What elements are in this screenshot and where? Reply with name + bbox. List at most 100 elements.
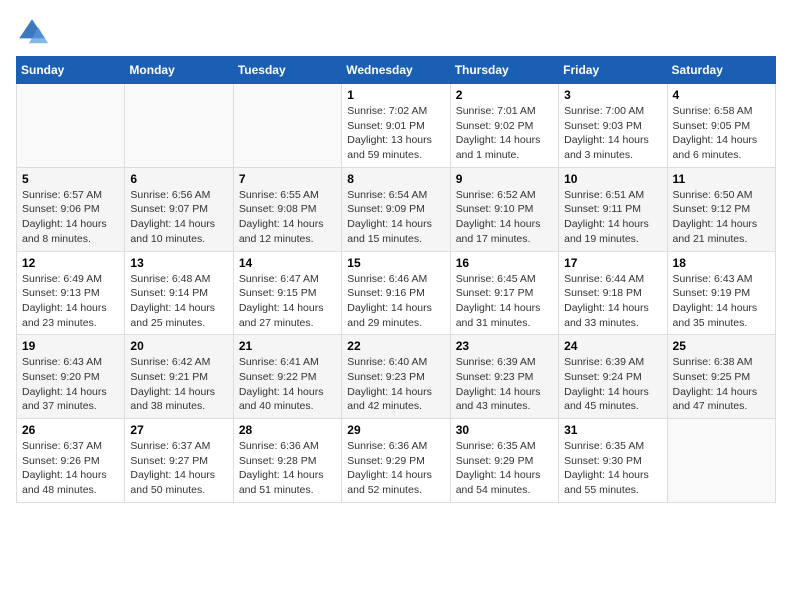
calendar-cell: 15 Sunrise: 6:46 AM Sunset: 9:16 PM Dayli… xyxy=(342,251,450,335)
calendar-cell: 25 Sunrise: 6:38 AM Sunset: 9:25 PM Dayli… xyxy=(667,335,775,419)
weekday-header-monday: Monday xyxy=(125,57,233,84)
calendar-cell: 14 Sunrise: 6:47 AM Sunset: 9:15 PM Dayli… xyxy=(233,251,341,335)
day-detail: Sunrise: 7:02 AM Sunset: 9:01 PM Dayligh… xyxy=(347,104,444,163)
day-detail: Sunrise: 6:35 AM Sunset: 9:29 PM Dayligh… xyxy=(456,439,553,498)
day-detail: Sunrise: 6:58 AM Sunset: 9:05 PM Dayligh… xyxy=(673,104,770,163)
calendar-cell: 31 Sunrise: 6:35 AM Sunset: 9:30 PM Dayli… xyxy=(559,419,667,503)
day-number: 19 xyxy=(22,339,119,353)
page-header xyxy=(16,16,776,48)
calendar-cell: 1 Sunrise: 7:02 AM Sunset: 9:01 PM Daylig… xyxy=(342,84,450,168)
calendar-cell: 2 Sunrise: 7:01 AM Sunset: 9:02 PM Daylig… xyxy=(450,84,558,168)
day-detail: Sunrise: 6:48 AM Sunset: 9:14 PM Dayligh… xyxy=(130,272,227,331)
calendar-cell: 10 Sunrise: 6:51 AM Sunset: 9:11 PM Dayli… xyxy=(559,167,667,251)
day-detail: Sunrise: 6:49 AM Sunset: 9:13 PM Dayligh… xyxy=(22,272,119,331)
day-number: 13 xyxy=(130,256,227,270)
weekday-header-tuesday: Tuesday xyxy=(233,57,341,84)
weekday-header-thursday: Thursday xyxy=(450,57,558,84)
weekday-header-wednesday: Wednesday xyxy=(342,57,450,84)
week-row-1: 1 Sunrise: 7:02 AM Sunset: 9:01 PM Daylig… xyxy=(17,84,776,168)
day-number: 28 xyxy=(239,423,336,437)
day-number: 15 xyxy=(347,256,444,270)
day-number: 30 xyxy=(456,423,553,437)
day-detail: Sunrise: 6:43 AM Sunset: 9:20 PM Dayligh… xyxy=(22,355,119,414)
calendar-cell: 22 Sunrise: 6:40 AM Sunset: 9:23 PM Dayli… xyxy=(342,335,450,419)
weekday-header-sunday: Sunday xyxy=(17,57,125,84)
day-number: 18 xyxy=(673,256,770,270)
day-number: 17 xyxy=(564,256,661,270)
day-number: 16 xyxy=(456,256,553,270)
day-detail: Sunrise: 6:46 AM Sunset: 9:16 PM Dayligh… xyxy=(347,272,444,331)
calendar-cell: 3 Sunrise: 7:00 AM Sunset: 9:03 PM Daylig… xyxy=(559,84,667,168)
day-number: 3 xyxy=(564,88,661,102)
day-number: 7 xyxy=(239,172,336,186)
calendar-cell: 30 Sunrise: 6:35 AM Sunset: 9:29 PM Dayli… xyxy=(450,419,558,503)
day-detail: Sunrise: 6:50 AM Sunset: 9:12 PM Dayligh… xyxy=(673,188,770,247)
day-detail: Sunrise: 6:55 AM Sunset: 9:08 PM Dayligh… xyxy=(239,188,336,247)
calendar-cell: 13 Sunrise: 6:48 AM Sunset: 9:14 PM Dayli… xyxy=(125,251,233,335)
day-number: 5 xyxy=(22,172,119,186)
calendar-cell: 19 Sunrise: 6:43 AM Sunset: 9:20 PM Dayli… xyxy=(17,335,125,419)
day-detail: Sunrise: 6:41 AM Sunset: 9:22 PM Dayligh… xyxy=(239,355,336,414)
day-detail: Sunrise: 6:37 AM Sunset: 9:27 PM Dayligh… xyxy=(130,439,227,498)
calendar-cell xyxy=(233,84,341,168)
day-number: 2 xyxy=(456,88,553,102)
day-number: 10 xyxy=(564,172,661,186)
day-detail: Sunrise: 6:36 AM Sunset: 9:29 PM Dayligh… xyxy=(347,439,444,498)
day-detail: Sunrise: 6:47 AM Sunset: 9:15 PM Dayligh… xyxy=(239,272,336,331)
calendar-cell: 16 Sunrise: 6:45 AM Sunset: 9:17 PM Dayli… xyxy=(450,251,558,335)
day-number: 14 xyxy=(239,256,336,270)
calendar-cell: 8 Sunrise: 6:54 AM Sunset: 9:09 PM Daylig… xyxy=(342,167,450,251)
day-detail: Sunrise: 6:38 AM Sunset: 9:25 PM Dayligh… xyxy=(673,355,770,414)
day-detail: Sunrise: 6:39 AM Sunset: 9:24 PM Dayligh… xyxy=(564,355,661,414)
calendar-cell xyxy=(17,84,125,168)
day-detail: Sunrise: 6:54 AM Sunset: 9:09 PM Dayligh… xyxy=(347,188,444,247)
day-number: 21 xyxy=(239,339,336,353)
calendar-cell: 20Sunrise: 6:42 AM Sunset: 9:21 PM Dayli… xyxy=(125,335,233,419)
weekday-header-saturday: Saturday xyxy=(667,57,775,84)
day-number: 8 xyxy=(347,172,444,186)
day-number: 29 xyxy=(347,423,444,437)
calendar-cell: 21 Sunrise: 6:41 AM Sunset: 9:22 PM Dayli… xyxy=(233,335,341,419)
calendar-cell: 7 Sunrise: 6:55 AM Sunset: 9:08 PM Daylig… xyxy=(233,167,341,251)
day-detail: Sunrise: 6:37 AM Sunset: 9:26 PM Dayligh… xyxy=(22,439,119,498)
calendar-cell: 9Sunrise: 6:52 AM Sunset: 9:10 PM Daylig… xyxy=(450,167,558,251)
day-number: 25 xyxy=(673,339,770,353)
day-detail: Sunrise: 6:35 AM Sunset: 9:30 PM Dayligh… xyxy=(564,439,661,498)
day-number: 20 xyxy=(130,339,227,353)
day-detail: Sunrise: 6:44 AM Sunset: 9:18 PM Dayligh… xyxy=(564,272,661,331)
calendar-cell: 4 Sunrise: 6:58 AM Sunset: 9:05 PM Daylig… xyxy=(667,84,775,168)
day-detail: Sunrise: 6:45 AM Sunset: 9:17 PM Dayligh… xyxy=(456,272,553,331)
day-number: 26 xyxy=(22,423,119,437)
calendar-cell: 24Sunrise: 6:39 AM Sunset: 9:24 PM Dayli… xyxy=(559,335,667,419)
calendar-cell: 27Sunrise: 6:37 AM Sunset: 9:27 PM Dayli… xyxy=(125,419,233,503)
calendar-cell: 12 Sunrise: 6:49 AM Sunset: 9:13 PM Dayli… xyxy=(17,251,125,335)
day-number: 4 xyxy=(673,88,770,102)
week-row-5: 26 Sunrise: 6:37 AM Sunset: 9:26 PM Dayli… xyxy=(17,419,776,503)
calendar-table: SundayMondayTuesdayWednesdayThursdayFrid… xyxy=(16,56,776,503)
day-detail: Sunrise: 6:36 AM Sunset: 9:28 PM Dayligh… xyxy=(239,439,336,498)
logo-icon xyxy=(16,16,48,48)
weekday-header-friday: Friday xyxy=(559,57,667,84)
day-number: 1 xyxy=(347,88,444,102)
calendar-cell: 5 Sunrise: 6:57 AM Sunset: 9:06 PM Daylig… xyxy=(17,167,125,251)
day-detail: Sunrise: 6:40 AM Sunset: 9:23 PM Dayligh… xyxy=(347,355,444,414)
calendar-cell: 6 Sunrise: 6:56 AM Sunset: 9:07 PM Daylig… xyxy=(125,167,233,251)
calendar-cell: 26 Sunrise: 6:37 AM Sunset: 9:26 PM Dayli… xyxy=(17,419,125,503)
week-row-4: 19 Sunrise: 6:43 AM Sunset: 9:20 PM Dayli… xyxy=(17,335,776,419)
day-detail: Sunrise: 6:56 AM Sunset: 9:07 PM Dayligh… xyxy=(130,188,227,247)
day-detail: Sunrise: 6:51 AM Sunset: 9:11 PM Dayligh… xyxy=(564,188,661,247)
day-number: 31 xyxy=(564,423,661,437)
logo xyxy=(16,16,50,48)
day-detail: Sunrise: 6:52 AM Sunset: 9:10 PM Dayligh… xyxy=(456,188,553,247)
day-detail: Sunrise: 6:57 AM Sunset: 9:06 PM Dayligh… xyxy=(22,188,119,247)
day-number: 12 xyxy=(22,256,119,270)
calendar-cell: 17 Sunrise: 6:44 AM Sunset: 9:18 PM Dayli… xyxy=(559,251,667,335)
day-number: 22 xyxy=(347,339,444,353)
day-number: 23 xyxy=(456,339,553,353)
calendar-cell: 11Sunrise: 6:50 AM Sunset: 9:12 PM Dayli… xyxy=(667,167,775,251)
day-detail: Sunrise: 7:00 AM Sunset: 9:03 PM Dayligh… xyxy=(564,104,661,163)
weekday-header-row: SundayMondayTuesdayWednesdayThursdayFrid… xyxy=(17,57,776,84)
day-detail: Sunrise: 7:01 AM Sunset: 9:02 PM Dayligh… xyxy=(456,104,553,163)
calendar-cell: 28 Sunrise: 6:36 AM Sunset: 9:28 PM Dayli… xyxy=(233,419,341,503)
day-number: 6 xyxy=(130,172,227,186)
